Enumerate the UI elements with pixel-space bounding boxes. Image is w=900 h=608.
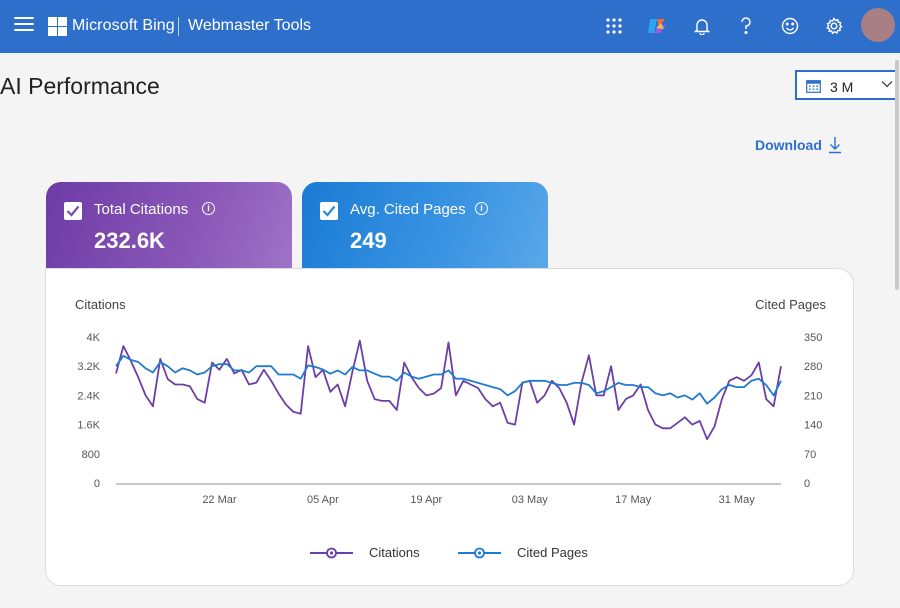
x-tick-label: 31 May — [719, 494, 756, 506]
left-tick-label: 4K — [87, 332, 101, 344]
left-tick-label: 2.4K — [77, 390, 100, 402]
right-axis-title: Cited Pages — [755, 297, 826, 312]
info-icon[interactable]: i — [475, 202, 488, 215]
x-tick-label: 03 May — [512, 494, 549, 506]
total-citations-label: Total Citations — [94, 201, 189, 218]
x-tick-label: 17 May — [615, 494, 652, 506]
left-tick-label: 1.6K — [77, 420, 100, 432]
brand-name[interactable]: Microsoft Bing — [72, 17, 175, 35]
check-icon — [322, 205, 336, 217]
microsoft-logo-icon — [48, 17, 67, 36]
calendar-icon — [806, 80, 821, 93]
left-axis-title: Citations — [75, 297, 126, 312]
gear-icon[interactable] — [823, 15, 845, 37]
x-tick-label: 05 Apr — [307, 494, 339, 506]
avg-cited-pages-value: 249 — [350, 228, 387, 253]
cited-pages-series-line[interactable] — [115, 354, 782, 405]
right-tick-label: 140 — [804, 420, 822, 432]
x-tick-label: 19 Apr — [410, 494, 442, 506]
copilot-icon[interactable] — [646, 15, 668, 37]
left-tick-label: 3.2K — [77, 361, 100, 373]
right-tick-label: 350 — [804, 332, 822, 344]
citations-series-line[interactable] — [115, 339, 782, 441]
help-icon[interactable] — [735, 15, 757, 37]
top-bar: Microsoft Bing Webmaster Tools — [0, 0, 900, 53]
info-icon[interactable]: i — [202, 202, 215, 215]
right-tick-label: 280 — [804, 361, 822, 373]
left-tick-label: 0 — [94, 478, 100, 490]
right-tick-label: 210 — [804, 390, 822, 402]
download-link[interactable]: Download — [755, 137, 822, 153]
page-title: AI Performance — [0, 73, 160, 99]
chart-panel: Citations Cited Pages 4K 3.2K 2.4K 1.6K 800 0… — [45, 268, 854, 586]
right-tick-label: 70 — [804, 449, 816, 461]
legend-cited-pages[interactable]: Cited Pages — [457, 545, 617, 561]
legend-cited-pages-marker — [458, 547, 501, 559]
performance-line-chart: Citations Cited Pages 4K 3.2K 2.4K 1.6K 800 0… — [75, 297, 826, 506]
total-citations-checkbox[interactable] — [64, 202, 82, 220]
bell-icon[interactable] — [691, 15, 713, 37]
avatar[interactable] — [861, 8, 895, 42]
total-citations-card[interactable]: Total Citations i 232.6K — [46, 182, 292, 270]
download-icon[interactable] — [828, 136, 842, 154]
legend-citations-label: Citations — [369, 545, 420, 560]
total-citations-value: 232.6K — [94, 228, 165, 253]
date-range-value: 3 M — [830, 79, 854, 95]
avg-cited-pages-label: Avg. Cited Pages — [350, 201, 466, 218]
brand-divider — [178, 17, 179, 36]
page-scrollbar[interactable] — [895, 60, 899, 290]
x-tick-label: 22 Mar — [202, 494, 237, 506]
apps-grid-icon[interactable] — [603, 15, 625, 37]
product-name[interactable]: Webmaster Tools — [188, 17, 311, 35]
avg-cited-pages-card[interactable]: Avg. Cited Pages i 249 — [302, 182, 548, 270]
left-tick-label: 800 — [82, 449, 100, 461]
legend-cited-pages-label: Cited Pages — [517, 545, 588, 560]
menu-icon[interactable] — [14, 17, 34, 33]
legend-citations[interactable]: Citations — [309, 545, 439, 561]
right-tick-label: 0 — [804, 478, 810, 490]
legend-citations-marker — [310, 547, 353, 559]
smiley-icon[interactable] — [779, 15, 801, 37]
chevron-down-icon — [881, 81, 893, 88]
avg-cited-pages-checkbox[interactable] — [320, 202, 338, 220]
date-range-select[interactable]: 3 M — [795, 70, 898, 100]
check-icon — [66, 205, 80, 217]
